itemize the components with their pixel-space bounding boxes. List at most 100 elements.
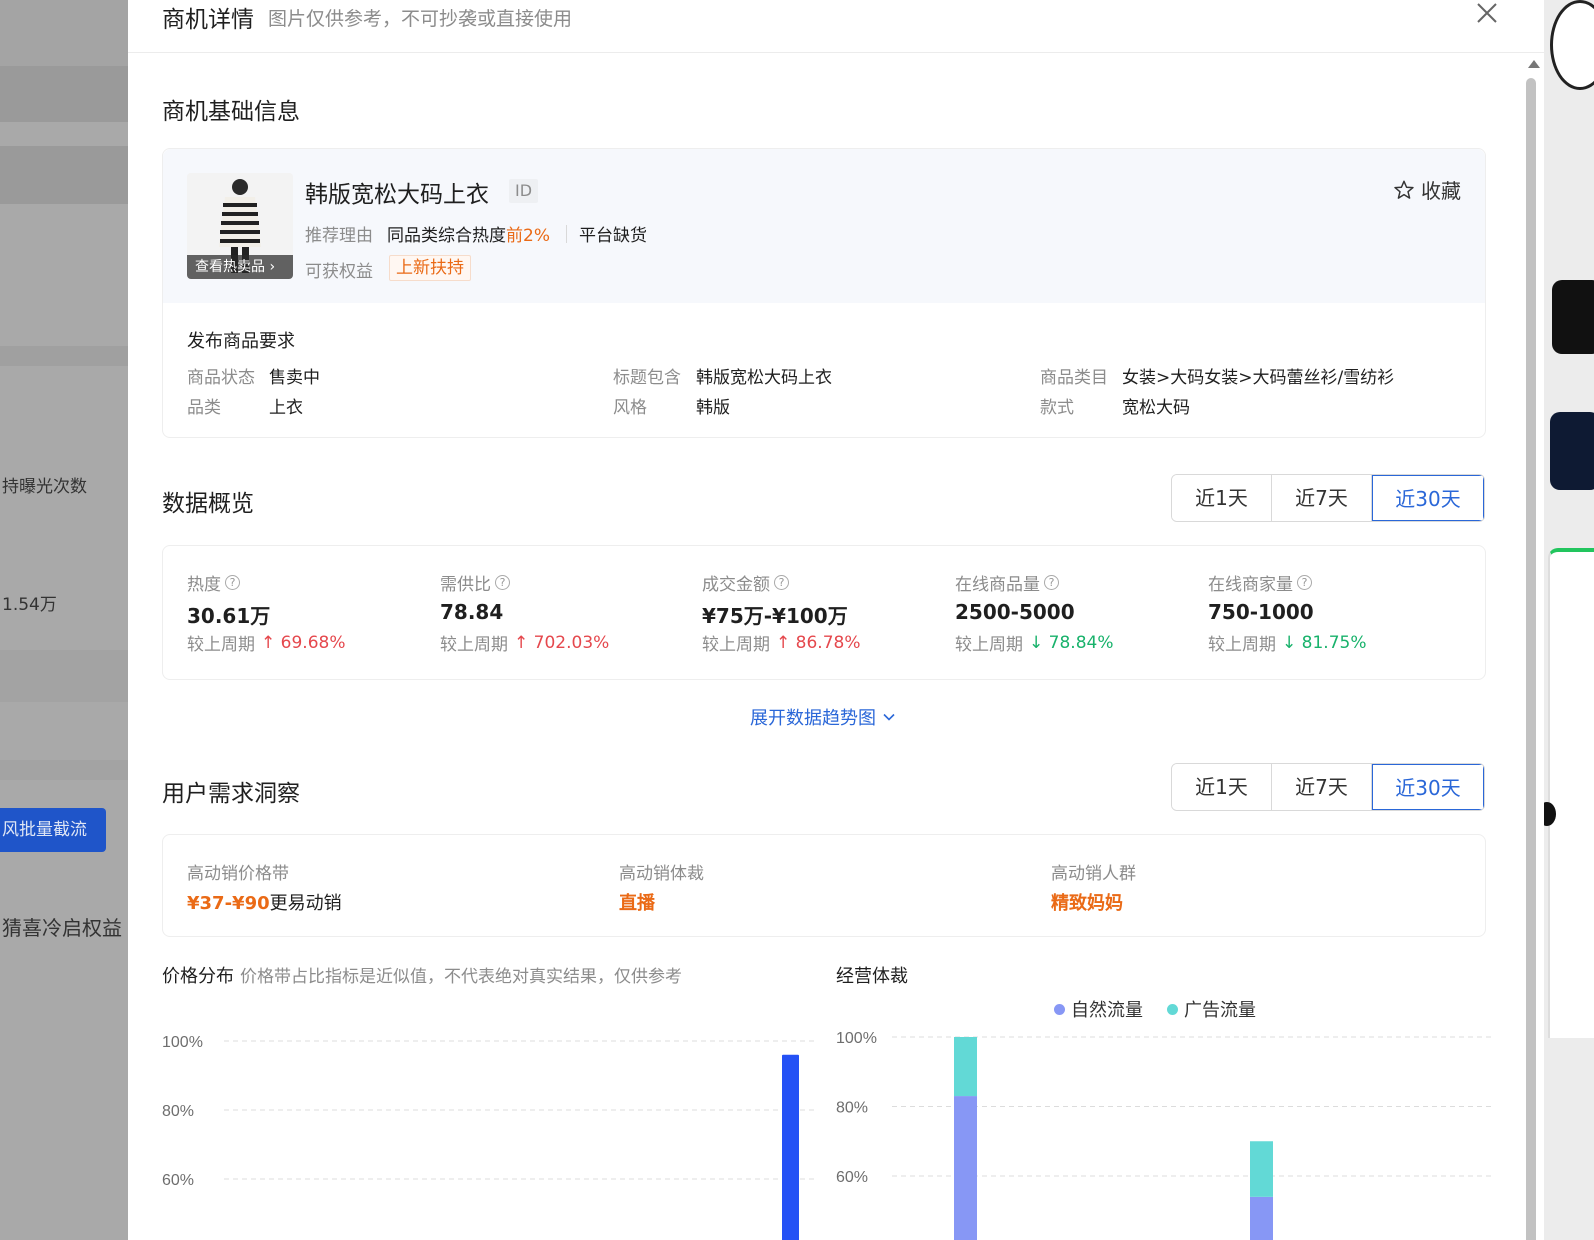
req-label-cut: 款式 — [1040, 398, 1074, 418]
change-up: ↑ 69.68% — [261, 632, 346, 653]
metric-label: 热度 — [187, 574, 221, 595]
bg-coldstart-label: 猜喜冷启权益 — [2, 916, 122, 940]
change-up: ↑ 702.03% — [514, 632, 610, 653]
price-chart-title: 价格分布 — [162, 966, 234, 987]
background-app: 持曝光次数 1.54万 风批量截流 猜喜冷启权益 — [0, 0, 128, 1240]
close-icon[interactable] — [1476, 2, 1498, 24]
y-tick-label: 100% — [836, 1030, 877, 1047]
base-info-card: 查看热卖品 › 韩版宽松大码上衣 ID 收藏 推荐理由 同品类综合热度前2% 平… — [162, 148, 1486, 438]
product-summary: 查看热卖品 › 韩版宽松大码上衣 ID 收藏 推荐理由 同品类综合热度前2% 平… — [163, 149, 1485, 303]
insight-value: 直播 — [619, 893, 655, 914]
metric-value: 750-1000 — [1208, 600, 1314, 624]
req-value-status: 售卖中 — [269, 368, 320, 388]
chevron-down-icon — [883, 713, 895, 721]
id-tag[interactable]: ID — [509, 179, 539, 203]
help-icon[interactable]: ? — [495, 574, 510, 590]
metric-online-merchants: 在线商家量? 750-1000 较上周期 ↓ 81.75% — [1208, 570, 1448, 655]
metric-heat: 热度? 30.61万 较上周期 ↑ 69.68% — [187, 570, 427, 655]
overview-card: 热度? 30.61万 较上周期 ↑ 69.68% 需供比? 78.84 较上周期 ↑… — [162, 545, 1486, 680]
avatar[interactable] — [1550, 0, 1594, 90]
compare-label: 较上周期 — [440, 635, 508, 655]
metric-value: 2500-5000 — [955, 600, 1075, 624]
metric-label: 成交金额 — [702, 574, 770, 595]
req-value-style: 韩版 — [696, 398, 730, 418]
req-value-title: 韩版宽松大码上衣 — [696, 368, 832, 388]
help-icon[interactable]: ? — [1044, 574, 1059, 590]
change-down: ↓ 78.84% — [1029, 632, 1114, 653]
req-label-status: 商品状态 — [187, 368, 255, 388]
bg-exposure-value: 1.54万 — [2, 595, 57, 615]
scroll-up-arrow[interactable] — [1528, 60, 1540, 68]
metric-value: 78.84 — [440, 600, 504, 624]
req-label-category: 商品类目 — [1040, 368, 1108, 388]
help-icon[interactable]: ? — [225, 574, 240, 590]
requirements-title: 发布商品要求 — [187, 331, 295, 352]
metric-value: 30.61万 — [187, 604, 271, 628]
app-icon[interactable] — [1550, 412, 1594, 490]
ad-traffic-bar — [954, 1037, 977, 1097]
legend-dot — [1054, 1003, 1065, 1015]
metric-online-products: 在线商品量? 2500-5000 较上周期 ↓ 78.84% — [955, 570, 1195, 655]
modal-subtitle: 图片仅供参考，不可抄袭或直接使用 — [268, 8, 573, 30]
range-1d[interactable]: 近1天 — [1172, 475, 1272, 521]
y-tick-label: 60% — [162, 1172, 194, 1189]
req-label-title: 标题包含 — [613, 368, 681, 388]
overview-title: 数据概览 — [162, 491, 254, 517]
app-icon[interactable] — [1552, 280, 1594, 354]
price-chart-note: 价格带占比指标是近似值，不代表绝对真实结果，仅供参考 — [240, 967, 682, 987]
compare-label: 较上周期 — [1208, 635, 1276, 655]
metric-label: 在线商家量 — [1208, 574, 1293, 595]
range-1d[interactable]: 近1天 — [1172, 764, 1272, 810]
modal-header: 商机详情 图片仅供参考，不可抄袭或直接使用 — [128, 0, 1544, 53]
bg-exposure-label: 持曝光次数 — [2, 477, 87, 497]
star-icon — [1394, 180, 1414, 199]
reason-highlight: 前2% — [506, 226, 550, 246]
organic-traffic-bar — [1250, 1196, 1273, 1240]
range-30d[interactable]: 近30天 — [1372, 764, 1484, 810]
right-side-strip — [1544, 0, 1594, 1240]
change-up: ↑ 86.78% — [776, 632, 861, 653]
req-label-style: 风格 — [613, 398, 647, 418]
expand-trend-chart-link[interactable]: 展开数据趋势图 — [750, 704, 896, 730]
range-30d[interactable]: 近30天 — [1372, 475, 1484, 521]
view-hot-products-link[interactable]: 查看热卖品 › — [187, 255, 293, 279]
price-distribution-chart: 100% 80% 60% — [162, 1034, 814, 1240]
insight-card: 高动销价格带 ¥37-¥90更易动销 高动销体裁 直播 高动销人群 精致妈妈 — [162, 834, 1486, 937]
opportunity-detail-modal: 商机详情 图片仅供参考，不可抄袭或直接使用 商机基础信息 查看热卖品 › 韩版宽… — [128, 0, 1544, 1240]
insight-range-selector: 近1天 近7天 近30天 — [1171, 763, 1485, 811]
organic-traffic-bar — [954, 1096, 977, 1240]
product-name: 韩版宽松大码上衣 — [305, 182, 489, 208]
ad-traffic-bar — [1250, 1141, 1273, 1197]
help-icon[interactable]: ? — [1297, 574, 1312, 590]
metric-demand-supply: 需供比? 78.84 较上周期 ↑ 702.03% — [440, 570, 680, 655]
overview-range-selector: 近1天 近7天 近30天 — [1171, 474, 1485, 522]
compare-label: 较上周期 — [187, 635, 255, 655]
req-label-type: 品类 — [187, 398, 221, 418]
insight-value: ¥37-¥90更易动销 — [187, 893, 342, 914]
y-tick-label: 100% — [162, 1034, 203, 1051]
benefit-label: 可获权益 — [305, 262, 373, 282]
y-tick-label: 80% — [836, 1100, 868, 1117]
legend-dot — [1167, 1003, 1178, 1015]
insight-title: 用户需求洞察 — [162, 781, 300, 807]
metric-label: 需供比 — [440, 574, 491, 595]
metric-value: ¥75万-¥100万 — [702, 604, 848, 628]
scroll-thumb[interactable] — [1526, 78, 1536, 1240]
y-tick-label: 60% — [836, 1169, 868, 1186]
scrollbar[interactable] — [1524, 56, 1544, 1240]
range-7d[interactable]: 近7天 — [1272, 764, 1372, 810]
req-value-cut: 宽松大码 — [1122, 398, 1190, 418]
mode-chart-title: 经营体裁 — [836, 966, 908, 987]
reason-text: 同品类综合热度前2% — [387, 226, 550, 246]
expand-link-label: 展开数据趋势图 — [750, 708, 876, 729]
favorite-button[interactable]: 收藏 — [1393, 175, 1461, 204]
benefit-tag: 上新扶持 — [389, 255, 471, 281]
business-mode-chart: 100% 80% 60% — [836, 1030, 1492, 1240]
insight-label: 高动销人群 — [1051, 864, 1136, 884]
product-image[interactable]: 查看热卖品 › — [187, 173, 293, 279]
price-bar — [782, 1054, 799, 1240]
y-tick-label: 80% — [162, 1103, 194, 1120]
bg-batch-button[interactable]: 风批量截流 — [0, 808, 106, 852]
help-icon[interactable]: ? — [774, 574, 789, 590]
range-7d[interactable]: 近7天 — [1272, 475, 1372, 521]
